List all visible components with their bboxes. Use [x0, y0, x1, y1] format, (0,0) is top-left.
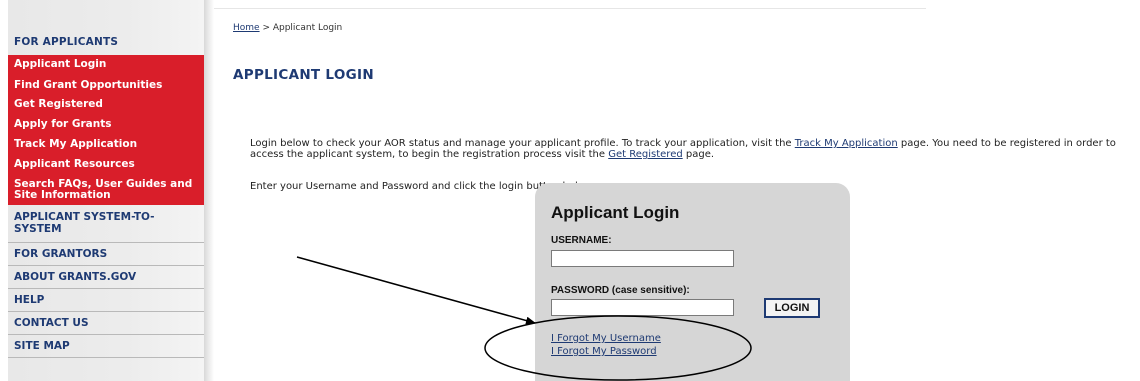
intro-text: Login below to check your AOR status and…	[250, 138, 1130, 160]
sidebar-item-get-registered[interactable]: Get Registered	[14, 99, 202, 110]
forgot-username-link[interactable]: I Forgot My Username	[551, 333, 661, 344]
intro-text-part: Login below to check your AOR status and…	[250, 138, 795, 149]
breadcrumb-current: Applicant Login	[272, 23, 343, 33]
sidebar-item-applicant-resources[interactable]: Applicant Resources	[14, 159, 202, 170]
sidebar-item-site-map[interactable]: SITE MAP	[14, 340, 202, 352]
sidebar-item-track-my-application[interactable]: Track My Application	[14, 139, 202, 150]
sidebar-section-header: FOR APPLICANTS	[14, 36, 119, 48]
sidebar-item-find-grant-opportunities[interactable]: Find Grant Opportunities	[14, 80, 202, 91]
breadcrumb: Home > Applicant Login	[233, 23, 342, 33]
get-registered-link[interactable]: Get Registered	[608, 149, 682, 160]
sidebar-item-search-faqs[interactable]: Search FAQs, User Guides and Site Inform…	[14, 179, 202, 201]
sidebar-item-contact-us[interactable]: CONTACT US	[14, 317, 202, 329]
intro-text-part: page.	[682, 149, 715, 160]
sidebar-item-apply-for-grants[interactable]: Apply for Grants	[14, 119, 202, 130]
login-panel-title: Applicant Login	[551, 203, 680, 222]
forgot-password-link[interactable]: I Forgot My Password	[551, 346, 657, 357]
username-input[interactable]	[551, 250, 734, 267]
sidebar-divider	[8, 288, 204, 289]
breadcrumb-separator: >	[259, 23, 273, 33]
sidebar-item-for-grantors[interactable]: FOR GRANTORS	[14, 248, 202, 260]
sidebar-applicant-menu: Applicant Login Find Grant Opportunities…	[8, 55, 204, 205]
sidebar-divider	[8, 242, 204, 243]
annotation-arrow	[296, 256, 536, 325]
sidebar-item-help[interactable]: HELP	[14, 294, 202, 306]
login-panel: Applicant Login USERNAME: PASSWORD (case…	[535, 183, 850, 381]
password-label: PASSWORD (case sensitive):	[551, 285, 690, 296]
login-button[interactable]: LOGIN	[764, 298, 820, 318]
username-label: USERNAME:	[551, 235, 612, 246]
breadcrumb-home-link[interactable]: Home	[233, 23, 260, 33]
password-input[interactable]	[551, 299, 734, 316]
sidebar-item-about-grants-gov[interactable]: ABOUT GRANTS.GOV	[14, 271, 202, 283]
sidebar-item-applicant-login[interactable]: Applicant Login	[14, 59, 202, 70]
sidebar-shadow	[204, 0, 214, 381]
sidebar-item-applicant-system-to-system[interactable]: APPLICANT SYSTEM-TO-SYSTEM	[14, 211, 202, 235]
sidebar-divider	[8, 311, 204, 312]
page-title: APPLICANT LOGIN	[233, 67, 374, 83]
sidebar-divider	[8, 265, 204, 266]
sidebar-divider	[8, 357, 204, 358]
header-rule	[214, 8, 926, 9]
track-my-application-link[interactable]: Track My Application	[795, 138, 898, 149]
sidebar-divider	[8, 334, 204, 335]
sidebar: FOR APPLICANTS Applicant Login Find Gran…	[8, 0, 204, 381]
